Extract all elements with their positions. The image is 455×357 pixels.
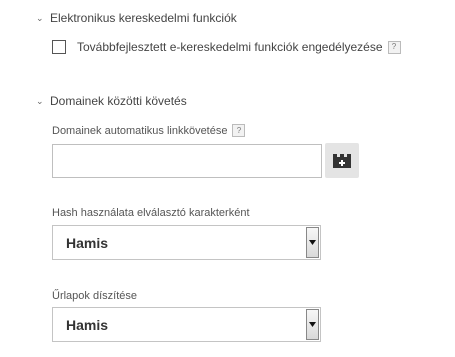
cross-domain-section-header[interactable]: ⌄ Domainek közötti követés: [36, 94, 187, 108]
hash-label-row: Hash használata elválasztó karakterként: [52, 207, 250, 219]
chevron-down-icon: ⌄: [36, 95, 44, 106]
help-icon[interactable]: ?: [232, 124, 246, 137]
hash-delimiter-label: Hash használata elválasztó karakterként: [52, 207, 250, 219]
dropdown-arrow-icon[interactable]: [306, 309, 319, 340]
variable-picker-button[interactable]: [325, 143, 359, 178]
variable-brick-icon: [333, 153, 351, 168]
enhanced-ecommerce-checkbox[interactable]: [52, 40, 66, 54]
help-icon[interactable]: ?: [387, 40, 401, 54]
forms-label-row: Űrlapok díszítése: [52, 290, 137, 302]
enhanced-ecommerce-label[interactable]: Továbbfejlesztett e-kereskedelmi funkció…: [77, 40, 383, 54]
hash-delimiter-value: Hamis: [66, 234, 109, 251]
decorate-forms-label: Űrlapok díszítése: [52, 290, 137, 302]
chevron-down-icon: ⌄: [36, 12, 44, 23]
decorate-forms-select[interactable]: Hamis: [52, 307, 321, 342]
autolink-label: Domainek automatikus linkkövetése: [52, 124, 228, 137]
enhanced-ecommerce-row: Továbbfejlesztett e-kereskedelmi funkció…: [52, 40, 401, 54]
dropdown-arrow-icon[interactable]: [306, 227, 319, 258]
hash-delimiter-select[interactable]: Hamis: [52, 225, 321, 260]
autolink-label-row: Domainek automatikus linkkövetése ?: [52, 124, 246, 137]
ecommerce-section-title: Elektronikus kereskedelmi funkciók: [50, 11, 237, 25]
ecommerce-section-header[interactable]: ⌄ Elektronikus kereskedelmi funkciók: [36, 11, 237, 25]
cross-domain-section-title: Domainek közötti követés: [50, 94, 187, 108]
decorate-forms-value: Hamis: [66, 316, 109, 333]
autolink-domains-input[interactable]: [52, 144, 322, 178]
